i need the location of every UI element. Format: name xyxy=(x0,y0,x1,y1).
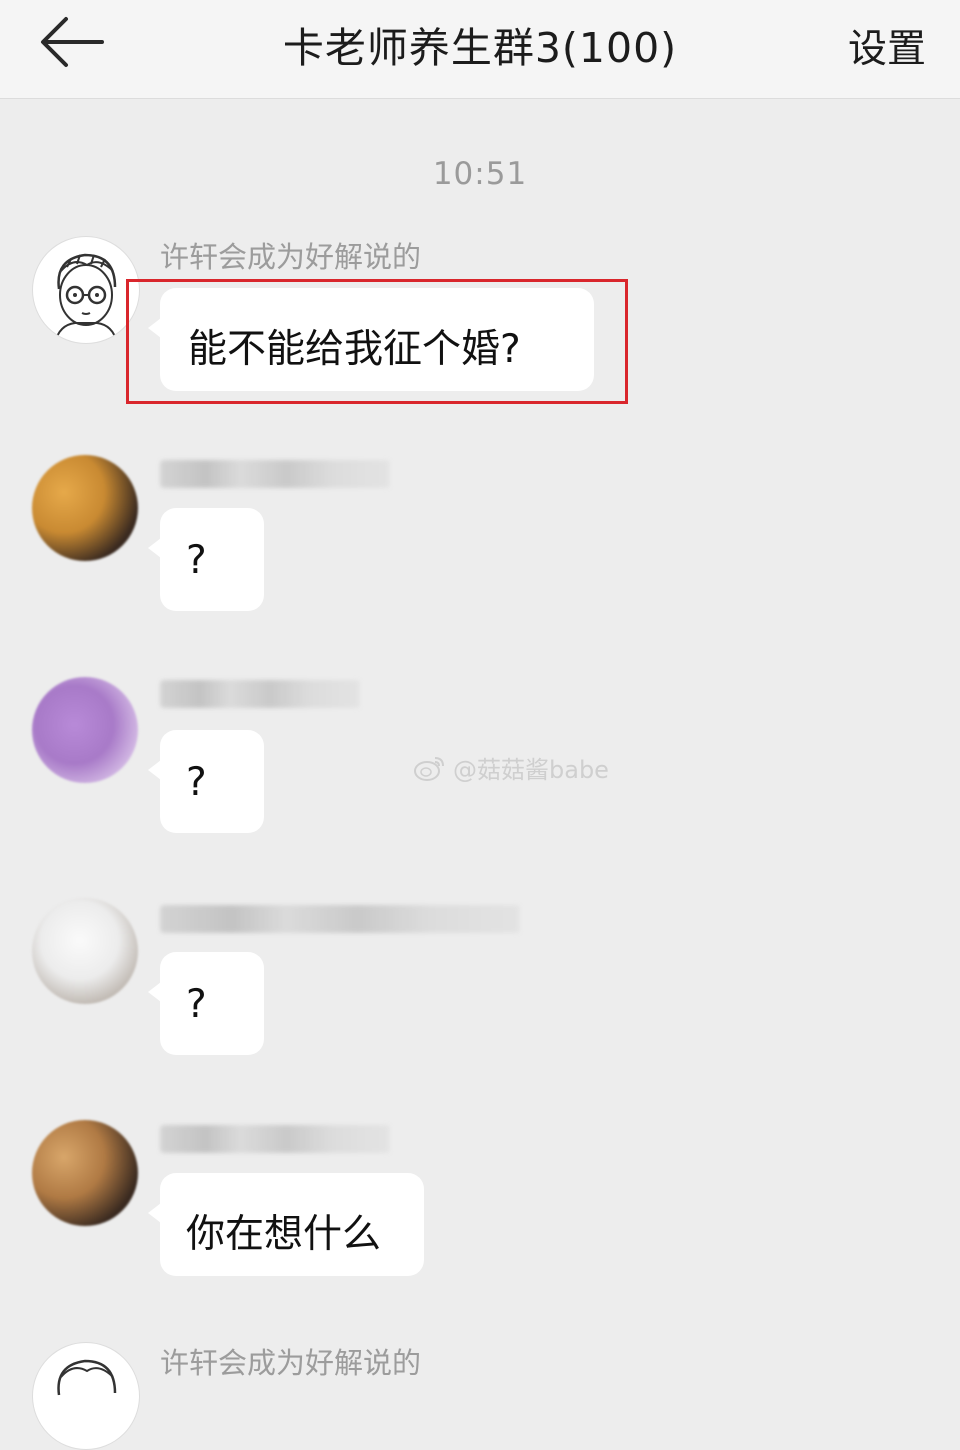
settings-button[interactable]: 设置 xyxy=(848,18,926,74)
avatar-sender-6[interactable] xyxy=(32,1342,140,1450)
chat-header: 卡老师养生群3(100) 设置 xyxy=(0,0,960,99)
sender-name: 许轩会成为好解说的 xyxy=(160,240,422,274)
blurred-sender-name xyxy=(160,460,390,488)
blurred-sender-name xyxy=(160,1125,390,1153)
weibo-icon xyxy=(414,756,444,781)
watermark-text: @菇菇酱babe xyxy=(453,756,609,784)
watermark: @菇菇酱babe xyxy=(413,750,609,785)
message-bubble[interactable]: ? xyxy=(148,952,264,1055)
blurred-sender-name xyxy=(160,680,360,708)
chat-title: 卡老师养生群3(100) xyxy=(282,24,678,72)
avatar-sender-5[interactable] xyxy=(32,1120,138,1226)
message-bubble[interactable]: ? xyxy=(148,508,264,611)
message-timestamp: 10:51 xyxy=(432,156,528,192)
message-bubble[interactable]: ? xyxy=(148,730,264,833)
avatar-sender-2[interactable] xyxy=(32,455,138,561)
message-bubble[interactable]: 你在想什么 xyxy=(148,1173,424,1276)
sender-name: 许轩会成为好解说的 xyxy=(160,1346,422,1380)
cartoon-avatar-icon xyxy=(54,253,118,343)
avatar-sender-1[interactable] xyxy=(32,236,140,344)
avatar-sender-3[interactable] xyxy=(32,677,138,783)
cartoon-avatar-icon xyxy=(57,1359,117,1396)
avatar-sender-4[interactable] xyxy=(32,898,138,1004)
blurred-sender-name xyxy=(160,905,520,933)
highlight-box xyxy=(126,279,628,404)
